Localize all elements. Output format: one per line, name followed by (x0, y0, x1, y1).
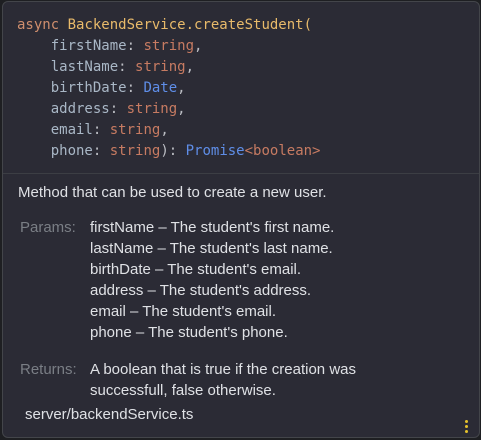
function-name[interactable]: BackendService.createStudent (68, 17, 304, 33)
return-generic: <boolean> (244, 143, 321, 159)
param-type: string (109, 122, 161, 138)
signature-code: async BackendService.createStudent( firs… (17, 17, 321, 159)
more-options-icon[interactable] (465, 420, 469, 436)
async-keyword: async (17, 17, 60, 33)
punct: , (185, 59, 195, 75)
param-doc: birthDate – The student's email. (90, 261, 302, 278)
param-doc: lastName – The student's last name. (90, 240, 333, 257)
param-type: string (109, 143, 161, 159)
param-name: firstName (50, 38, 127, 54)
param-type: string (126, 101, 178, 117)
returns-doc: A boolean that is true if the creation w… (90, 361, 356, 378)
param-name: address (50, 101, 110, 117)
param-type[interactable]: Date (143, 80, 177, 96)
punct: , (160, 122, 169, 138)
punct: , (177, 80, 186, 96)
divider (3, 173, 479, 174)
param-name: birthDate (50, 80, 127, 96)
param-type: string (143, 38, 195, 54)
param-type: string (135, 59, 186, 75)
param-doc: phone – The student's phone. (90, 324, 288, 341)
punct: , (194, 38, 203, 54)
file-path-link[interactable]: server/backendService.ts (25, 406, 193, 423)
param-doc: firstName – The student's first name. (90, 219, 335, 236)
param-name: phone (50, 143, 93, 159)
documentation-popup: async BackendService.createStudent( firs… (2, 1, 480, 438)
return-type[interactable]: Promise (186, 143, 245, 159)
param-name: email (50, 122, 93, 138)
param-doc: email – The student's email. (90, 303, 277, 320)
params-label: Params: (20, 219, 76, 236)
returns-doc: successfull, false otherwise. (90, 382, 276, 399)
description: Method that can be used to create a new … (18, 184, 327, 201)
param-doc: address – The student's address. (90, 282, 312, 299)
open-paren: ( (303, 17, 313, 33)
returns-label: Returns: (20, 361, 77, 378)
punct: ): (160, 143, 178, 159)
punct: , (177, 101, 186, 117)
param-name: lastName (50, 59, 119, 75)
